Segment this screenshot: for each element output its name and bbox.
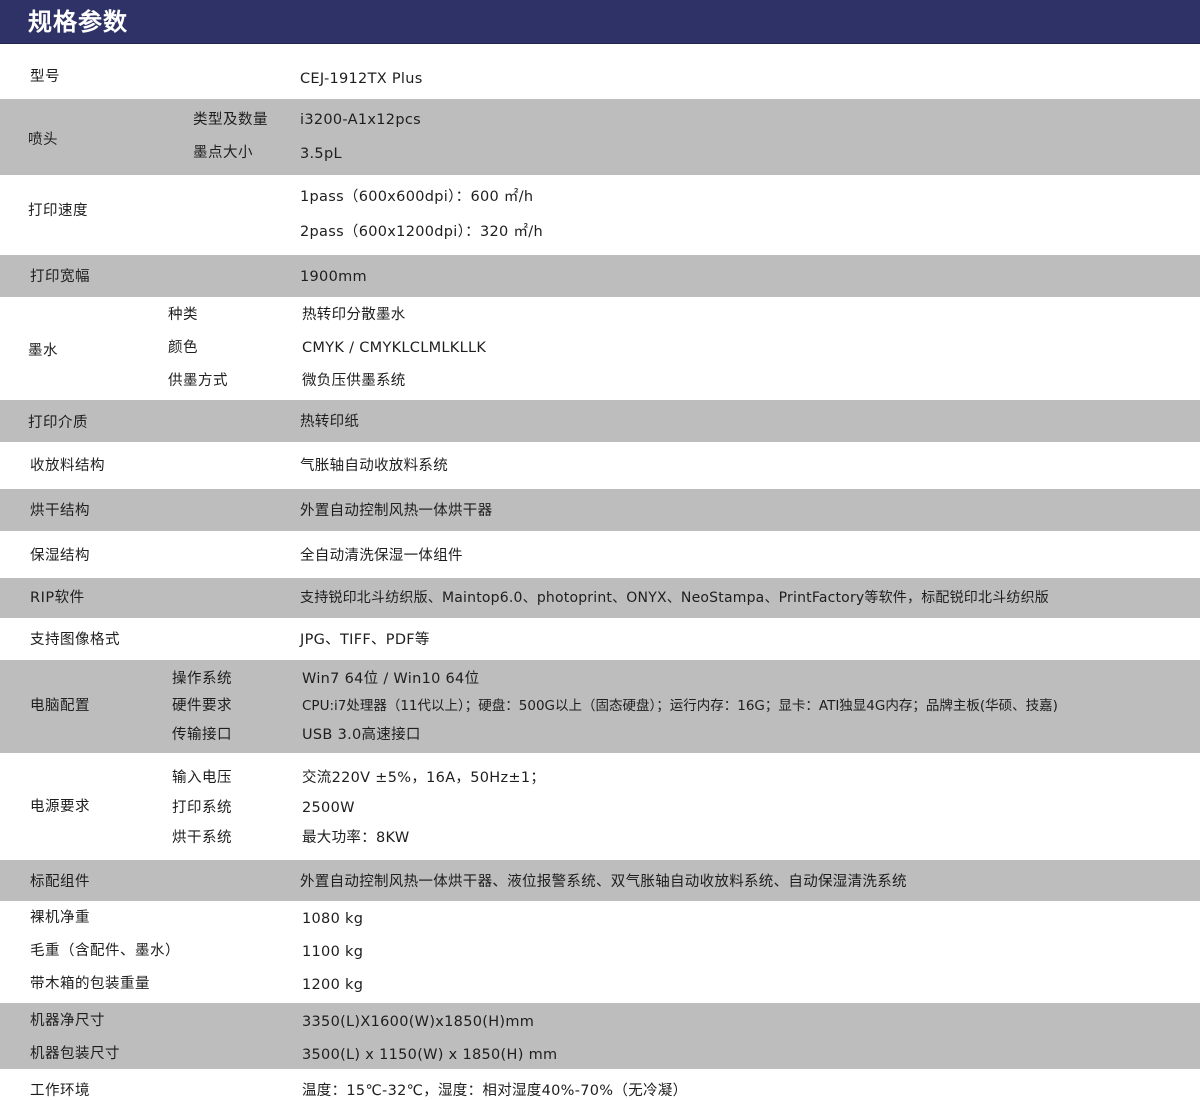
ink-color-value: CMYK / CMYKLCLMLKLLK bbox=[302, 340, 487, 356]
winding-value: 气胀轴自动收放料系统 bbox=[300, 458, 448, 474]
moisture-value: 全自动清洗保湿一体组件 bbox=[300, 548, 463, 564]
speed-value-1pass: 1pass（600x600dpi）：600 ㎡/h bbox=[300, 189, 534, 205]
rip-label: RIP软件 bbox=[30, 590, 85, 606]
moisture-label: 保湿结构 bbox=[30, 548, 90, 564]
media-value: 热转印纸 bbox=[300, 414, 360, 430]
model-value: CEJ-1912TX Plus bbox=[300, 71, 423, 87]
power-print-value: 2500W bbox=[302, 800, 355, 816]
pack-size-value: 3500(L) x 1150(W) x 1850(H) mm bbox=[302, 1047, 558, 1063]
width-value: 1900mm bbox=[300, 269, 367, 285]
row-band-formats bbox=[0, 618, 1200, 660]
computer-label: 电脑配置 bbox=[30, 698, 90, 714]
nozzle-label: 喷头 bbox=[28, 132, 58, 148]
row-band-nozzle bbox=[0, 99, 1200, 175]
computer-hw-value: CPU:i7处理器（11代以上）；硬盘：500G以上（固态硬盘）；运行内存：16… bbox=[302, 698, 1058, 714]
row-band-speed bbox=[0, 175, 1200, 255]
nozzle-drop-value: 3.5pL bbox=[300, 146, 342, 162]
row-band-winding bbox=[0, 442, 1200, 489]
nozzle-type-label: 类型及数量 bbox=[193, 112, 268, 128]
model-label: 型号 bbox=[30, 69, 60, 85]
crate-weight-label: 带木箱的包装重量 bbox=[30, 976, 150, 992]
crate-weight-value: 1200 kg bbox=[302, 977, 364, 993]
nozzle-type-value: i3200-A1x12pcs bbox=[300, 112, 421, 128]
formats-value: JPG、TIFF、PDF等 bbox=[300, 632, 430, 648]
section-title: 规格参数 bbox=[28, 8, 128, 36]
row-band-moisture bbox=[0, 531, 1200, 578]
standard-value: 外置自动控制风热一体烘干器、液位报警系统、双气胀轴自动收放料系统、自动保湿清洗系… bbox=[300, 874, 907, 890]
drying-value: 外置自动控制风热一体烘干器 bbox=[300, 503, 493, 519]
speed-value-2pass: 2pass（600x1200dpi）：320 ㎡/h bbox=[300, 224, 543, 240]
standard-label: 标配组件 bbox=[30, 874, 90, 890]
gross-weight-label: 毛重（含配件、墨水） bbox=[30, 943, 180, 959]
net-weight-label: 裸机净重 bbox=[30, 910, 90, 926]
computer-os-label: 操作系统 bbox=[172, 671, 232, 687]
ink-supply-value: 微负压供墨系统 bbox=[302, 373, 406, 389]
ink-supply-label: 供墨方式 bbox=[168, 373, 228, 389]
speed-label: 打印速度 bbox=[28, 203, 88, 219]
environment-value: 温度：15℃-32℃，湿度：相对湿度40%-70%（无冷凝） bbox=[302, 1083, 688, 1099]
ink-color-label: 颜色 bbox=[168, 340, 198, 356]
power-input-value: 交流220V ±5%，16A，50Hz±1； bbox=[302, 770, 546, 786]
environment-label: 工作环境 bbox=[30, 1083, 90, 1099]
rip-value: 支持锐印北斗纺织版、Maintop6.0、photoprint、ONYX、Neo… bbox=[300, 590, 1049, 606]
nozzle-drop-label: 墨点大小 bbox=[193, 145, 253, 161]
ink-type-label: 种类 bbox=[168, 307, 198, 323]
row-band-sizes bbox=[0, 1003, 1200, 1069]
ink-type-value: 热转印分散墨水 bbox=[302, 307, 406, 323]
row-band-width bbox=[0, 255, 1200, 297]
ink-label: 墨水 bbox=[28, 343, 58, 359]
computer-os-value: Win7 64位 / Win10 64位 bbox=[302, 671, 480, 687]
winding-label: 收放料结构 bbox=[30, 458, 105, 474]
net-size-value: 3350(L)X1600(W)x1850(H)mm bbox=[302, 1014, 535, 1030]
width-label: 打印宽幅 bbox=[30, 269, 90, 285]
formats-label: 支持图像格式 bbox=[30, 632, 120, 648]
computer-hw-label: 硬件要求 bbox=[172, 698, 232, 714]
power-print-label: 打印系统 bbox=[172, 800, 232, 816]
row-band-drying bbox=[0, 489, 1200, 531]
section-header: 规格参数 bbox=[0, 0, 1200, 44]
row-band-media bbox=[0, 400, 1200, 442]
media-label: 打印介质 bbox=[28, 415, 88, 431]
power-dry-label: 烘干系统 bbox=[172, 830, 232, 846]
power-label: 电源要求 bbox=[30, 799, 90, 815]
computer-io-label: 传输接口 bbox=[172, 727, 232, 743]
net-size-label: 机器净尺寸 bbox=[30, 1013, 105, 1029]
computer-io-value: USB 3.0高速接口 bbox=[302, 727, 421, 743]
net-weight-value: 1080 kg bbox=[302, 911, 364, 927]
power-input-label: 输入电压 bbox=[172, 770, 232, 786]
drying-label: 烘干结构 bbox=[30, 503, 90, 519]
power-dry-value: 最大功率：8KW bbox=[302, 830, 410, 846]
row-band-model bbox=[0, 44, 1200, 99]
row-band-weights bbox=[0, 901, 1200, 1003]
pack-size-label: 机器包装尺寸 bbox=[30, 1046, 120, 1062]
gross-weight-value: 1100 kg bbox=[302, 944, 364, 960]
